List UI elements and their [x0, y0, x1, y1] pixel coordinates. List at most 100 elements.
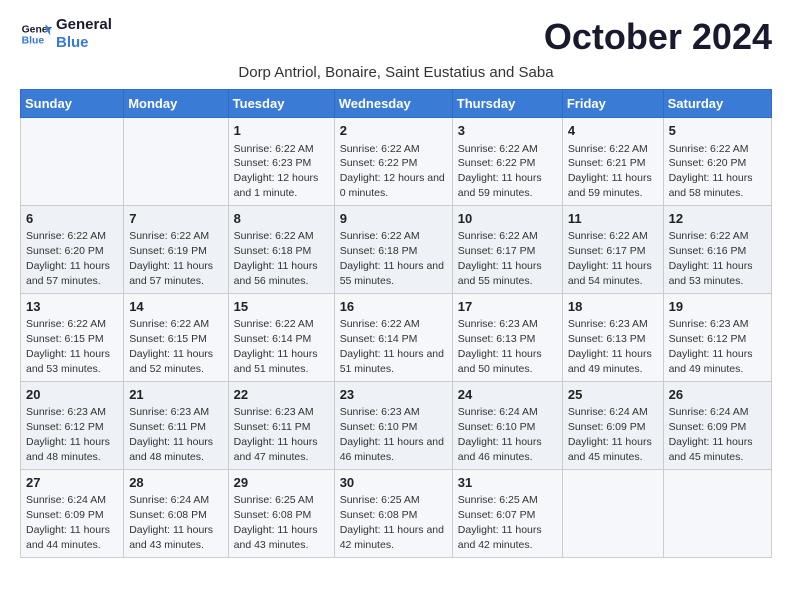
- day-info: Sunrise: 6:22 AM Sunset: 6:23 PM Dayligh…: [234, 143, 319, 200]
- calendar-cell: 20Sunrise: 6:23 AM Sunset: 6:12 PM Dayli…: [21, 381, 124, 469]
- day-number: 19: [669, 298, 766, 316]
- calendar-table: SundayMondayTuesdayWednesdayThursdayFrid…: [20, 89, 772, 558]
- day-info: Sunrise: 6:24 AM Sunset: 6:09 PM Dayligh…: [568, 406, 652, 463]
- calendar-cell: [663, 469, 771, 557]
- day-info: Sunrise: 6:22 AM Sunset: 6:22 PM Dayligh…: [458, 143, 542, 200]
- col-header-saturday: Saturday: [663, 90, 771, 118]
- day-number: 13: [26, 298, 118, 316]
- header: General Blue General Blue October 2024: [20, 16, 772, 58]
- day-info: Sunrise: 6:24 AM Sunset: 6:09 PM Dayligh…: [26, 494, 110, 551]
- calendar-cell: 6 Sunrise: 6:22 AM Sunset: 6:20 PM Daylig…: [21, 205, 124, 293]
- day-number: 3: [458, 122, 557, 140]
- calendar-cell: 10 Sunrise: 6:22 AM Sunset: 6:17 PM Dayli…: [452, 205, 562, 293]
- calendar-cell: 3 Sunrise: 6:22 AM Sunset: 6:22 PM Daylig…: [452, 118, 562, 206]
- logo-line1: General: [56, 16, 112, 34]
- col-header-monday: Monday: [124, 90, 228, 118]
- calendar-cell: 31 Sunrise: 6:25 AM Sunset: 6:07 PM Dayli…: [452, 469, 562, 557]
- day-info: Sunrise: 6:22 AM Sunset: 6:15 PM Dayligh…: [129, 318, 213, 375]
- calendar-cell: 9 Sunrise: 6:22 AM Sunset: 6:18 PM Daylig…: [334, 205, 452, 293]
- day-info: Sunrise: 6:22 AM Sunset: 6:17 PM Dayligh…: [568, 230, 652, 287]
- day-info: Sunrise: 6:24 AM Sunset: 6:09 PM Dayligh…: [669, 406, 753, 463]
- day-info: Sunrise: 6:22 AM Sunset: 6:14 PM Dayligh…: [234, 318, 318, 375]
- day-info: Sunrise: 6:22 AM Sunset: 6:22 PM Dayligh…: [340, 143, 445, 200]
- day-number: 22: [234, 386, 329, 404]
- day-number: 16: [340, 298, 447, 316]
- calendar-cell: 17Sunrise: 6:23 AM Sunset: 6:13 PM Dayli…: [452, 293, 562, 381]
- day-number: 10: [458, 210, 557, 228]
- calendar-cell: 16Sunrise: 6:22 AM Sunset: 6:14 PM Dayli…: [334, 293, 452, 381]
- subtitle: Dorp Antriol, Bonaire, Saint Eustatius a…: [20, 64, 772, 81]
- day-number: 1: [234, 122, 329, 140]
- week-row-2: 6 Sunrise: 6:22 AM Sunset: 6:20 PM Daylig…: [21, 205, 772, 293]
- day-info: Sunrise: 6:23 AM Sunset: 6:13 PM Dayligh…: [568, 318, 652, 375]
- day-info: Sunrise: 6:22 AM Sunset: 6:19 PM Dayligh…: [129, 230, 213, 287]
- calendar-cell: 26 Sunrise: 6:24 AM Sunset: 6:09 PM Dayli…: [663, 381, 771, 469]
- calendar-cell: 28 Sunrise: 6:24 AM Sunset: 6:08 PM Dayli…: [124, 469, 228, 557]
- calendar-cell: 29Sunrise: 6:25 AM Sunset: 6:08 PM Dayli…: [228, 469, 334, 557]
- month-title: October 2024: [544, 16, 772, 58]
- calendar-cell: 4 Sunrise: 6:22 AM Sunset: 6:21 PM Daylig…: [562, 118, 663, 206]
- day-number: 7: [129, 210, 222, 228]
- calendar-cell: 12Sunrise: 6:22 AM Sunset: 6:16 PM Dayli…: [663, 205, 771, 293]
- day-info: Sunrise: 6:22 AM Sunset: 6:21 PM Dayligh…: [568, 143, 652, 200]
- calendar-cell: [124, 118, 228, 206]
- week-row-4: 20Sunrise: 6:23 AM Sunset: 6:12 PM Dayli…: [21, 381, 772, 469]
- col-header-thursday: Thursday: [452, 90, 562, 118]
- day-info: Sunrise: 6:24 AM Sunset: 6:10 PM Dayligh…: [458, 406, 542, 463]
- week-row-1: 1 Sunrise: 6:22 AM Sunset: 6:23 PM Daylig…: [21, 118, 772, 206]
- calendar-cell: 25 Sunrise: 6:24 AM Sunset: 6:09 PM Dayli…: [562, 381, 663, 469]
- calendar-cell: 7 Sunrise: 6:22 AM Sunset: 6:19 PM Daylig…: [124, 205, 228, 293]
- calendar-cell: 22Sunrise: 6:23 AM Sunset: 6:11 PM Dayli…: [228, 381, 334, 469]
- col-header-sunday: Sunday: [21, 90, 124, 118]
- day-number: 31: [458, 474, 557, 492]
- day-number: 30: [340, 474, 447, 492]
- day-info: Sunrise: 6:23 AM Sunset: 6:12 PM Dayligh…: [669, 318, 753, 375]
- day-info: Sunrise: 6:22 AM Sunset: 6:15 PM Dayligh…: [26, 318, 110, 375]
- calendar-cell: 27Sunrise: 6:24 AM Sunset: 6:09 PM Dayli…: [21, 469, 124, 557]
- day-number: 24: [458, 386, 557, 404]
- week-row-5: 27Sunrise: 6:24 AM Sunset: 6:09 PM Dayli…: [21, 469, 772, 557]
- calendar-cell: [21, 118, 124, 206]
- day-number: 18: [568, 298, 658, 316]
- day-info: Sunrise: 6:22 AM Sunset: 6:20 PM Dayligh…: [26, 230, 110, 287]
- calendar-cell: 24 Sunrise: 6:24 AM Sunset: 6:10 PM Dayli…: [452, 381, 562, 469]
- svg-text:Blue: Blue: [22, 36, 45, 47]
- day-number: 8: [234, 210, 329, 228]
- calendar-cell: [562, 469, 663, 557]
- day-number: 5: [669, 122, 766, 140]
- calendar-header-row: SundayMondayTuesdayWednesdayThursdayFrid…: [21, 90, 772, 118]
- day-number: 29: [234, 474, 329, 492]
- day-number: 4: [568, 122, 658, 140]
- logo-icon: General Blue: [20, 18, 52, 50]
- calendar-cell: 11 Sunrise: 6:22 AM Sunset: 6:17 PM Dayli…: [562, 205, 663, 293]
- calendar-cell: 19 Sunrise: 6:23 AM Sunset: 6:12 PM Dayli…: [663, 293, 771, 381]
- day-info: Sunrise: 6:22 AM Sunset: 6:18 PM Dayligh…: [234, 230, 318, 287]
- logo-line2: Blue: [56, 34, 112, 52]
- day-number: 9: [340, 210, 447, 228]
- day-info: Sunrise: 6:23 AM Sunset: 6:11 PM Dayligh…: [129, 406, 213, 463]
- day-number: 26: [669, 386, 766, 404]
- logo: General Blue General Blue: [20, 16, 112, 52]
- calendar-cell: 1 Sunrise: 6:22 AM Sunset: 6:23 PM Daylig…: [228, 118, 334, 206]
- calendar-cell: 13 Sunrise: 6:22 AM Sunset: 6:15 PM Dayli…: [21, 293, 124, 381]
- day-number: 6: [26, 210, 118, 228]
- calendar-cell: 5Sunrise: 6:22 AM Sunset: 6:20 PM Daylig…: [663, 118, 771, 206]
- day-number: 2: [340, 122, 447, 140]
- day-info: Sunrise: 6:24 AM Sunset: 6:08 PM Dayligh…: [129, 494, 213, 551]
- col-header-tuesday: Tuesday: [228, 90, 334, 118]
- day-info: Sunrise: 6:23 AM Sunset: 6:12 PM Dayligh…: [26, 406, 110, 463]
- calendar-cell: 18 Sunrise: 6:23 AM Sunset: 6:13 PM Dayli…: [562, 293, 663, 381]
- day-info: Sunrise: 6:23 AM Sunset: 6:10 PM Dayligh…: [340, 406, 444, 463]
- day-number: 25: [568, 386, 658, 404]
- day-info: Sunrise: 6:23 AM Sunset: 6:13 PM Dayligh…: [458, 318, 542, 375]
- day-info: Sunrise: 6:25 AM Sunset: 6:07 PM Dayligh…: [458, 494, 542, 551]
- calendar-cell: 30Sunrise: 6:25 AM Sunset: 6:08 PM Dayli…: [334, 469, 452, 557]
- day-info: Sunrise: 6:22 AM Sunset: 6:18 PM Dayligh…: [340, 230, 444, 287]
- col-header-friday: Friday: [562, 90, 663, 118]
- day-number: 11: [568, 210, 658, 228]
- day-info: Sunrise: 6:22 AM Sunset: 6:16 PM Dayligh…: [669, 230, 753, 287]
- day-number: 28: [129, 474, 222, 492]
- day-info: Sunrise: 6:22 AM Sunset: 6:17 PM Dayligh…: [458, 230, 542, 287]
- calendar-cell: 21Sunrise: 6:23 AM Sunset: 6:11 PM Dayli…: [124, 381, 228, 469]
- calendar-cell: 14Sunrise: 6:22 AM Sunset: 6:15 PM Dayli…: [124, 293, 228, 381]
